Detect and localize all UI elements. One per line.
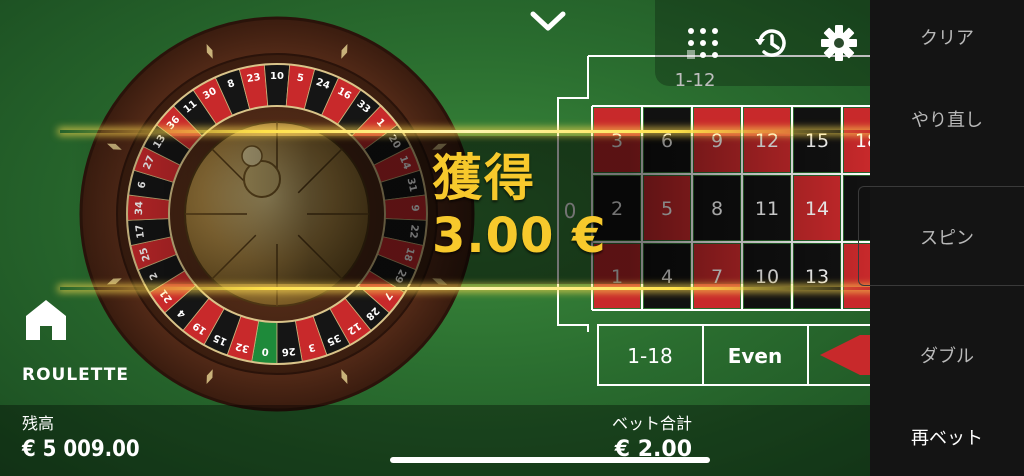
top-toolbar <box>655 0 870 86</box>
undo-button[interactable]: やり直し <box>870 106 1024 132</box>
wheel-number: 0 <box>261 345 269 357</box>
wheel-number: 26 <box>281 345 296 357</box>
outside-bet-label[interactable]: Even <box>728 344 783 368</box>
win-glow-top <box>60 130 870 133</box>
layout-toggle-button[interactable] <box>683 23 723 63</box>
clear-button[interactable]: クリア <box>870 24 1024 50</box>
home-indicator-bar <box>390 457 710 463</box>
win-glow-bottom <box>60 287 870 290</box>
chevron-down-icon <box>530 11 566 31</box>
balance-label: 残高 <box>22 414 55 433</box>
balance-value: € 5 009.00 <box>22 437 140 462</box>
wheel-number: 23 <box>246 72 262 85</box>
collapse-chevron[interactable] <box>528 4 568 38</box>
spin-button-frame <box>858 186 1024 286</box>
outside-bet-label[interactable]: 1-18 <box>627 344 672 368</box>
history-button[interactable] <box>751 23 791 63</box>
win-amount: 3.00 € <box>432 208 607 264</box>
home-icon <box>26 300 66 340</box>
game-name-label: ROULETTE <box>22 365 129 385</box>
roulette-table-felt: 0321519421225173462713361130823105241633… <box>0 0 870 476</box>
rebet-button[interactable]: 再ベット <box>870 424 1024 450</box>
gear-icon <box>821 25 857 61</box>
history-icon <box>755 29 786 57</box>
settings-button[interactable] <box>819 23 859 63</box>
win-label: 獲得 <box>432 149 536 207</box>
total-bet-label: ベット合計 <box>611 414 692 433</box>
red-bet-diamond[interactable] <box>820 335 870 375</box>
double-button[interactable]: ダブル <box>870 342 1024 368</box>
grid-dots-icon <box>687 28 718 59</box>
wheel-number: 10 <box>270 71 284 82</box>
win-overlay: 獲得 3.00 € <box>0 130 870 290</box>
